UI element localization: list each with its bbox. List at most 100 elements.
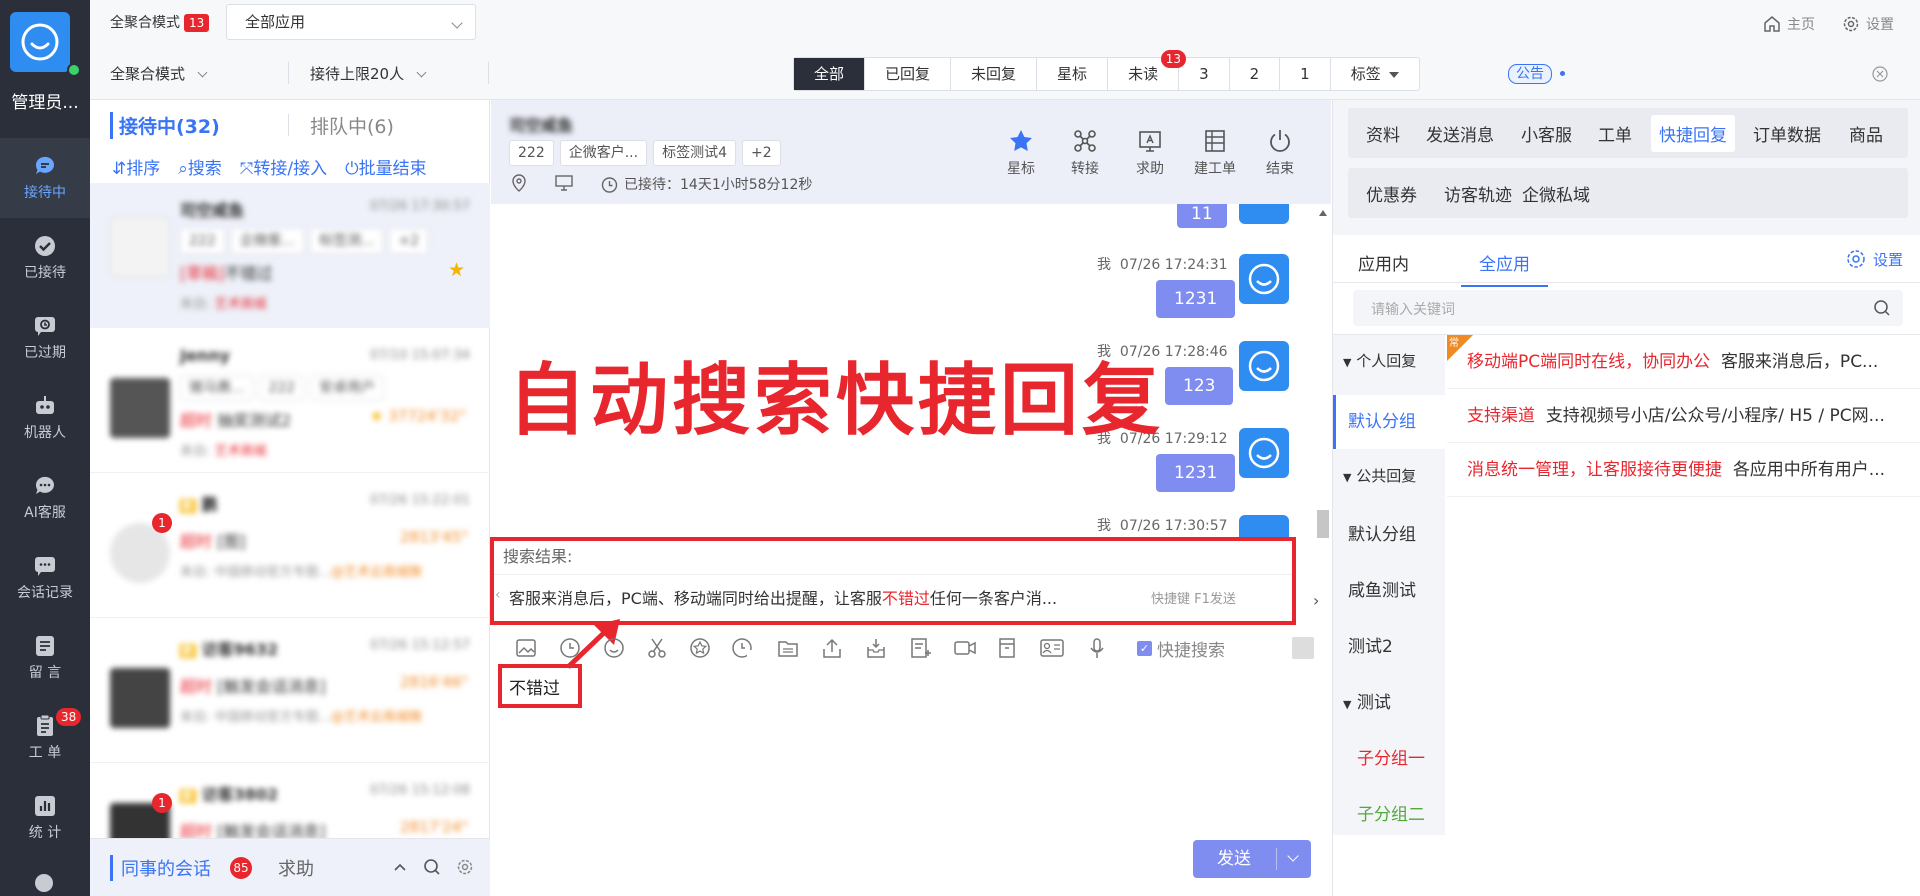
nav-item-ai-service[interactable]: AI客服 <box>0 458 90 538</box>
nav-item-robot[interactable]: 机器人 <box>0 378 90 458</box>
tag: 标签测试4 <box>653 140 737 166</box>
subgroup-one[interactable]: 子分组一 <box>1333 744 1445 769</box>
filter-unreplied[interactable]: 未回复 <box>951 58 1038 90</box>
nav-item-messages[interactable]: 留 言 <box>0 618 90 698</box>
filter-starred[interactable]: 星标 <box>1037 58 1109 90</box>
group-personal[interactable]: ▼ 个人回复 <box>1333 350 1445 371</box>
quick-search-toggle[interactable]: ✓ 快捷搜索 <box>1137 636 1225 661</box>
user-name[interactable]: 管理员... <box>0 88 90 113</box>
scissors-icon[interactable] <box>646 637 668 659</box>
send-button[interactable]: 发送 <box>1193 840 1311 878</box>
archive-icon[interactable] <box>996 637 1018 659</box>
transfer-button[interactable]: 转接 <box>1055 128 1115 178</box>
nav-item-history[interactable]: 会话记录 <box>0 538 90 618</box>
session-item[interactable]: Jenny 07/10 15:07:34 猪马赛... 222 安卓用户 超时 抽奖… <box>90 328 490 473</box>
quick-reply-item[interactable]: 移动端PC端同时在线，协同办公 客服来消息后，PC... 常 <box>1447 335 1920 389</box>
tab-coupons[interactable]: 优惠券 <box>1366 181 1417 206</box>
scrollbar[interactable] <box>1317 204 1329 538</box>
gear-icon[interactable] <box>456 858 474 876</box>
sort-button[interactable]: ⇵排序 <box>112 154 160 179</box>
nav-item-expired[interactable]: 已过期 <box>0 298 90 378</box>
session-item[interactable]: 1 新 鹏 07/26 15:22:01 超时 [图] 2813'45" 来自:… <box>90 473 490 618</box>
tab-quick-reply[interactable]: 快捷回复 <box>1651 115 1735 152</box>
quick-reply-item[interactable]: 消息统一管理，让客服接待更便捷 各应用中所有用户... <box>1447 443 1920 497</box>
batch-end-button[interactable]: ⏻批量结束 <box>345 154 426 179</box>
app-logo <box>10 12 70 72</box>
chevron-down-icon[interactable] <box>1287 850 1299 862</box>
mode-select[interactable]: 全聚合模式 <box>110 63 208 84</box>
session-item[interactable]: 1 新 访客3802 07/26 15:12:08 超时 [触发会话消息] 28… <box>90 763 490 843</box>
microphone-icon[interactable] <box>1088 637 1106 659</box>
settings-link[interactable]: 设置 <box>1842 14 1894 34</box>
image-icon[interactable] <box>515 637 537 659</box>
tab-queue[interactable]: 排队中(6) <box>310 112 394 139</box>
evaluate-icon[interactable] <box>689 637 711 659</box>
filter-2[interactable]: 2 <box>1230 58 1281 90</box>
group-public-default[interactable]: 默认分组 <box>1333 520 1445 545</box>
contact-card-icon[interactable] <box>1039 637 1065 659</box>
group-xianyu-test[interactable]: 咸鱼测试 <box>1333 576 1445 601</box>
add-note-icon[interactable] <box>909 637 931 659</box>
clock-icon[interactable] <box>559 637 581 659</box>
group-test2[interactable]: 测试2 <box>1333 632 1445 657</box>
highlight-frame <box>490 537 1296 625</box>
help-tab[interactable]: 求助 <box>278 855 314 881</box>
chevron-right-icon[interactable]: › <box>1313 591 1319 610</box>
create-ticket-button[interactable]: 建工单 <box>1185 128 1245 178</box>
group-test[interactable]: ▼ 测试 <box>1333 688 1445 713</box>
notice-badge[interactable]: 公告 <box>1508 64 1552 84</box>
tab-send-message[interactable]: 发送消息 <box>1426 121 1494 146</box>
quick-reply-settings[interactable]: 设置 <box>1845 248 1903 270</box>
search-button[interactable]: ⌕搜索 <box>178 154 222 179</box>
emoji-icon[interactable] <box>603 637 625 659</box>
inbox-icon[interactable] <box>865 637 887 659</box>
more-search-icon[interactable] <box>33 872 57 896</box>
tab-receiving[interactable]: 接待中(32) <box>110 112 220 139</box>
video-icon[interactable] <box>953 637 977 659</box>
subgroup-two[interactable]: 子分组二 <box>1333 800 1445 825</box>
filter-3[interactable]: 3 <box>1179 58 1230 90</box>
transfer-button[interactable]: ⤧转接/接入 <box>240 154 327 179</box>
tab-wecom-private[interactable]: 企微私域 <box>1522 181 1590 206</box>
colleague-sessions-tab[interactable]: 同事的会话 <box>110 855 211 881</box>
limit-select[interactable]: 接待上限20人 <box>310 63 427 84</box>
nav-item-received[interactable]: 已接待 <box>0 218 90 298</box>
nav-item-stats[interactable]: 统 计 <box>0 778 90 858</box>
folder-icon[interactable] <box>777 637 799 659</box>
tab-products[interactable]: 商品 <box>1849 121 1883 146</box>
help-button[interactable]: 求助 <box>1120 128 1180 178</box>
end-session-button[interactable]: 结束 <box>1250 128 1310 178</box>
timer-48-icon[interactable] <box>731 637 757 659</box>
robot-assist-icon[interactable] <box>1292 637 1314 659</box>
quick-reply-item[interactable]: 支持渠道 支持视频号小店/公众号/小程序/ H5 / PC网... <box>1447 389 1920 443</box>
filter-all[interactable]: 全部 <box>794 58 866 90</box>
group-personal-default[interactable]: 默认分组 <box>1333 395 1445 449</box>
filter-tags[interactable]: 标签 <box>1331 58 1419 90</box>
star-button[interactable]: 星标 <box>991 128 1051 178</box>
subtab-in-app[interactable]: 应用内 <box>1358 250 1409 275</box>
session-item[interactable]: 新 访客9632 07/26 15:12:57 超时 [触发会话消息] 2816… <box>90 618 490 763</box>
tab-order-data[interactable]: 订单数据 <box>1753 121 1821 146</box>
star-icon[interactable]: ★ <box>448 259 465 281</box>
common-corner-label: 常 <box>1449 338 1459 349</box>
close-notice-icon[interactable] <box>1872 66 1888 82</box>
tab-profile[interactable]: 资料 <box>1366 121 1400 146</box>
tab-mini-service[interactable]: 小客服 <box>1521 121 1572 146</box>
tab-ticket[interactable]: 工单 <box>1598 121 1632 146</box>
group-public[interactable]: ▼ 公共回复 <box>1333 465 1445 486</box>
filter-unread[interactable]: 未读 13 <box>1108 50 1187 90</box>
upload-icon[interactable] <box>821 637 843 659</box>
tab-visitor-trail[interactable]: 访客轨迹 <box>1444 181 1512 206</box>
app-select[interactable]: 全部应用 <box>226 4 476 40</box>
nav-item-tickets[interactable]: 工 单 38 <box>0 698 90 778</box>
filter-1[interactable]: 1 <box>1280 58 1331 90</box>
avatar <box>110 217 170 277</box>
filter-replied[interactable]: 已回复 <box>865 58 952 90</box>
home-link[interactable]: 主页 <box>1763 14 1815 34</box>
quick-reply-search[interactable]: 请输入关键词 <box>1353 290 1903 326</box>
nav-item-receiving[interactable]: 接待中 <box>0 138 90 218</box>
search-icon[interactable] <box>423 858 441 876</box>
session-item[interactable]: 司空咸鱼 07/26 17:30:57 222 企微客... 标签测... +2 [草… <box>90 183 490 328</box>
collapse-icon[interactable] <box>392 859 408 875</box>
robot-icon <box>33 394 57 418</box>
